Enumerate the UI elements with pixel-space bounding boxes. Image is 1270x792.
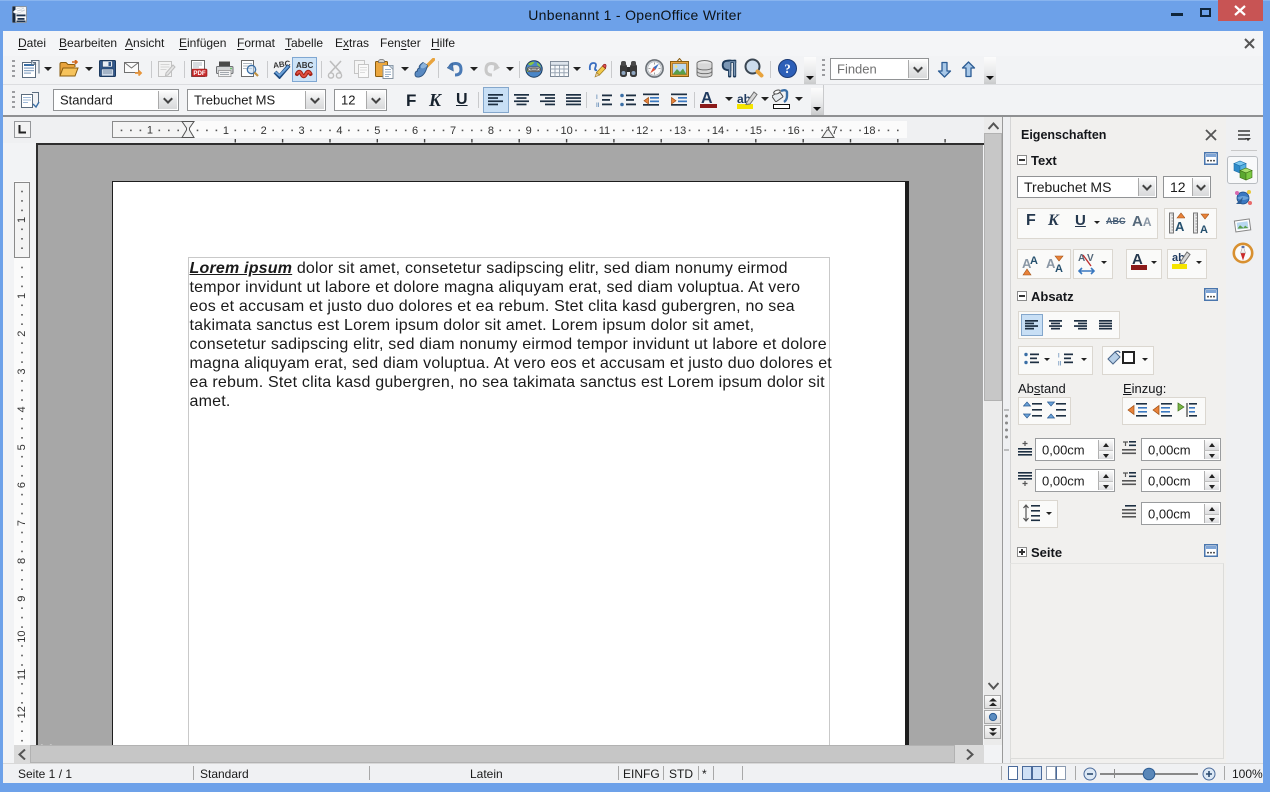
svg-text:15: 15 — [750, 125, 762, 137]
svg-text:A: A — [1175, 219, 1185, 234]
svg-text:?: ? — [784, 61, 791, 76]
svg-text:8: 8 — [488, 125, 494, 137]
svg-text:2: 2 — [16, 331, 28, 337]
svg-text:ABC: ABC — [296, 61, 314, 70]
svg-text:3: 3 — [299, 125, 305, 137]
svg-text:10: 10 — [16, 630, 28, 642]
svg-text:A: A — [1030, 255, 1038, 267]
svg-text:II: II — [1058, 362, 1062, 367]
svg-text:2: 2 — [261, 125, 267, 137]
svg-text:PDF: PDF — [193, 70, 206, 77]
svg-text:I: I — [1058, 354, 1060, 360]
svg-text:II: II — [596, 102, 600, 108]
svg-text:16: 16 — [788, 125, 800, 137]
svg-text:4: 4 — [16, 406, 28, 412]
svg-text:A: A — [1200, 224, 1208, 234]
svg-text:11: 11 — [16, 669, 28, 680]
svg-text:11: 11 — [599, 125, 610, 137]
svg-text:6: 6 — [412, 125, 418, 137]
svg-text:A: A — [1078, 253, 1085, 264]
svg-text:1: 1 — [147, 125, 153, 137]
svg-text:I: I — [596, 94, 598, 101]
svg-text:18: 18 — [863, 125, 875, 137]
svg-text:1: 1 — [16, 217, 28, 223]
svg-text:12: 12 — [16, 706, 28, 718]
svg-text:4: 4 — [336, 125, 342, 137]
svg-text:6: 6 — [16, 482, 28, 488]
svg-text:1: 1 — [16, 293, 28, 299]
svg-text:5: 5 — [374, 125, 380, 137]
svg-text:14: 14 — [712, 125, 724, 137]
svg-text:9: 9 — [16, 596, 28, 602]
svg-text:8: 8 — [16, 558, 28, 564]
svg-text:10: 10 — [560, 125, 572, 137]
svg-text:3: 3 — [16, 369, 28, 375]
svg-text:13: 13 — [674, 125, 686, 137]
svg-text:1: 1 — [223, 125, 229, 137]
svg-text:7: 7 — [450, 125, 456, 137]
svg-text:5: 5 — [16, 444, 28, 450]
svg-text:9: 9 — [526, 125, 532, 137]
svg-text:A: A — [1055, 263, 1063, 275]
svg-text:12: 12 — [636, 125, 648, 137]
svg-text:7: 7 — [16, 520, 28, 526]
